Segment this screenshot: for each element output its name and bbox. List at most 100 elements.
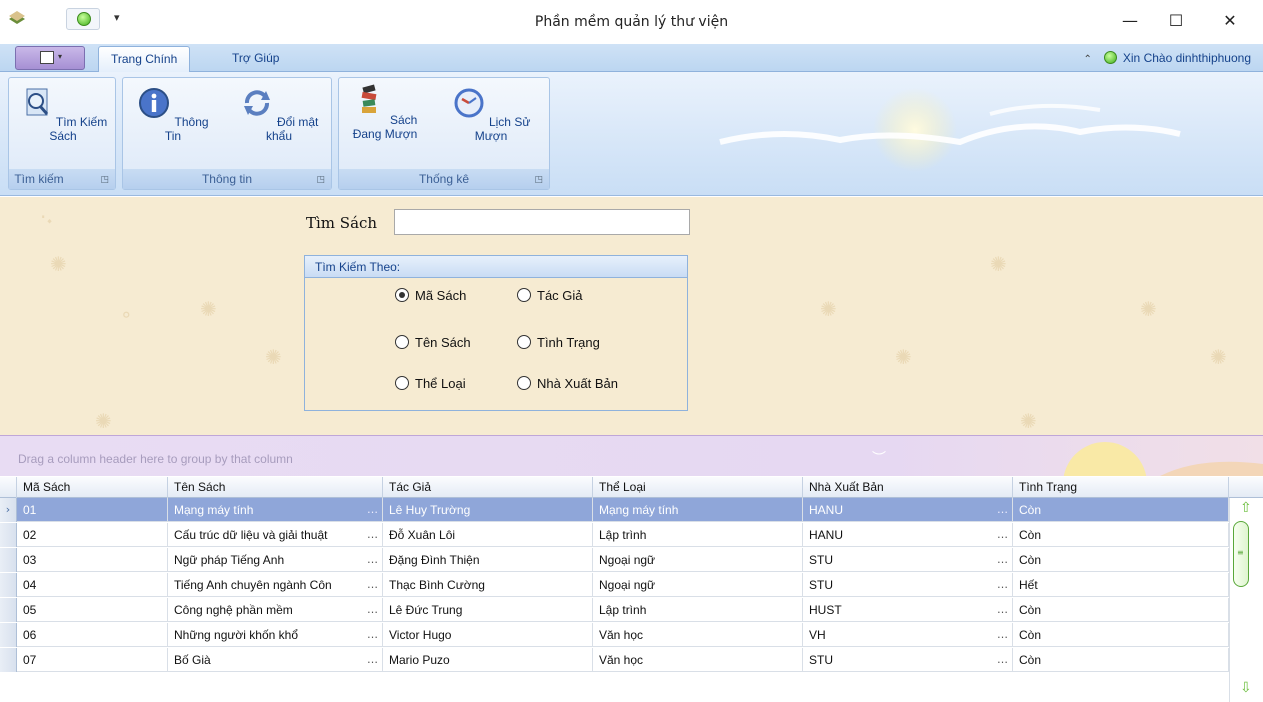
table-cell[interactable]: VH [803,623,1013,647]
table-cell[interactable]: Ngữ pháp Tiếng Anh [168,548,383,572]
table-cell[interactable]: 05 [17,598,168,622]
table-cell[interactable]: 03 [17,548,168,572]
sach-dang-muon-button[interactable]: Sách Đang Mượn [343,84,427,141]
table-cell[interactable]: Bố Già [168,648,383,672]
scroll-thumb[interactable]: ≡ [1233,521,1249,587]
table-cell[interactable]: Lập trình [593,598,803,622]
column-header-nha-xuat-ban[interactable]: Nhà Xuất Bản [803,477,1013,498]
radio-ma-sach[interactable]: Mã Sách [395,288,466,303]
table-cell[interactable]: Đỗ Xuân Lôi [383,523,593,547]
doi-mat-khau-button[interactable]: Đổi mật khẩu [231,86,327,143]
dialog-launcher-icon[interactable]: ◳ [534,175,543,185]
vertical-scrollbar[interactable]: ⇧ ≡ ⇩ [1229,498,1263,702]
row-indicator-icon[interactable]: › [0,498,17,522]
table-cell[interactable]: Văn học [593,648,803,672]
group-by-panel[interactable]: ︶ Drag a column header here to group by … [0,436,1263,476]
table-cell[interactable]: STU [803,573,1013,597]
table-cell[interactable]: STU [803,548,1013,572]
cell-editor-ellipsis-icon[interactable]: … [367,573,378,597]
dialog-launcher-icon[interactable]: ◳ [316,175,325,185]
cell-editor-ellipsis-icon[interactable]: … [997,623,1008,647]
table-cell[interactable]: Văn học [593,623,803,647]
table-cell[interactable]: Còn [1013,648,1229,672]
row-selector[interactable] [0,548,17,572]
cell-editor-ellipsis-icon[interactable]: … [367,623,378,647]
column-header-ten-sach[interactable]: Tên Sách [168,477,383,498]
row-selector[interactable] [0,523,17,547]
table-cell[interactable]: Thạc Bình Cường [383,573,593,597]
thong-tin-button[interactable]: Thông Tin [133,86,213,143]
radio-the-loai[interactable]: Thể Loại [395,376,466,391]
search-input[interactable] [394,209,690,235]
row-selector[interactable] [0,573,17,597]
table-row[interactable]: 05 Công nghệ phần mềm… Lê Đức Trung Lập trì… [0,598,1229,622]
cell-editor-ellipsis-icon[interactable]: … [997,648,1008,672]
table-cell[interactable]: Lê Huy Trường [383,498,593,522]
cell-editor-ellipsis-icon[interactable]: … [367,498,378,522]
table-cell[interactable]: Còn [1013,598,1229,622]
table-cell[interactable]: Ngoại ngữ [593,573,803,597]
collapse-ribbon-icon[interactable]: ⌃ [1084,54,1092,65]
tim-kiem-sach-button[interactable]: Tìm Kiếm Sách [13,86,113,143]
scroll-up-icon[interactable]: ⇧ [1240,500,1252,516]
table-cell[interactable]: Đặng Đình Thiện [383,548,593,572]
column-header-tac-gia[interactable]: Tác Giả [383,477,593,498]
table-cell[interactable]: 04 [17,573,168,597]
table-row[interactable]: 02 Cấu trúc dữ liệu và giải thuật… Đỗ Xuân… [0,523,1229,547]
cell-editor-ellipsis-icon[interactable]: … [997,548,1008,572]
lich-su-muon-button[interactable]: Lịch Sử Mượn [441,86,541,143]
minimize-button[interactable]: — [1107,6,1153,36]
cell-editor-ellipsis-icon[interactable]: … [367,548,378,572]
table-cell[interactable]: Mario Puzo [383,648,593,672]
cell-editor-ellipsis-icon[interactable]: … [997,498,1008,522]
column-header-the-loai[interactable]: Thể Loại [593,477,803,498]
table-cell[interactable]: HANU [803,498,1013,522]
maximize-button[interactable]: ☐ [1153,6,1199,36]
cell-editor-ellipsis-icon[interactable]: … [997,598,1008,622]
table-cell[interactable]: HANU [803,523,1013,547]
row-selector[interactable] [0,598,17,622]
cell-editor-ellipsis-icon[interactable]: … [997,573,1008,597]
table-cell[interactable]: Cấu trúc dữ liệu và giải thuật [168,523,383,547]
table-cell[interactable]: 06 [17,623,168,647]
cell-editor-ellipsis-icon[interactable]: … [997,523,1008,547]
table-cell[interactable]: HUST [803,598,1013,622]
radio-tac-gia[interactable]: Tác Giả [517,288,583,303]
scroll-down-icon[interactable]: ⇩ [1240,680,1252,696]
table-cell[interactable]: Lê Đức Trung [383,598,593,622]
table-cell[interactable]: Lập trình [593,523,803,547]
table-cell[interactable]: Mạng máy tính [593,498,803,522]
table-cell[interactable]: Còn [1013,623,1229,647]
table-row[interactable]: 04 Tiếng Anh chuyên ngành Côn… Thạc Bình C… [0,573,1229,597]
table-cell[interactable]: Những người khốn khổ [168,623,383,647]
table-cell[interactable]: Còn [1013,548,1229,572]
column-header-ma-sach[interactable]: Mã Sách [17,477,168,498]
radio-ten-sach[interactable]: Tên Sách [395,335,471,350]
tab-tro-giup[interactable]: Trợ Giúp [220,46,291,73]
cell-editor-ellipsis-icon[interactable]: … [367,648,378,672]
table-row[interactable]: 07 Bố Già… Mario Puzo Văn học STU… Còn [0,648,1229,672]
table-cell[interactable]: STU [803,648,1013,672]
table-row[interactable]: › 01 Mạng máy tính… Lê Huy Trường Mạng máy t… [0,498,1229,522]
table-cell[interactable]: Tiếng Anh chuyên ngành Côn [168,573,383,597]
cell-editor-ellipsis-icon[interactable]: … [367,523,378,547]
table-cell[interactable]: Còn [1013,498,1229,522]
table-cell[interactable]: Công nghệ phần mềm [168,598,383,622]
radio-tinh-trang[interactable]: Tình Trạng [517,335,600,350]
table-cell[interactable]: Còn [1013,523,1229,547]
table-cell[interactable]: 07 [17,648,168,672]
table-cell[interactable]: 02 [17,523,168,547]
tab-trang-chinh[interactable]: Trang Chính [98,46,191,73]
table-row[interactable]: 03 Ngữ pháp Tiếng Anh… Đặng Đình Thiện Ngoạ… [0,548,1229,572]
cell-editor-ellipsis-icon[interactable]: … [367,598,378,622]
table-cell[interactable]: 01 [17,498,168,522]
application-menu-button[interactable]: ▾ [15,46,85,70]
table-cell[interactable]: Victor Hugo [383,623,593,647]
table-row[interactable]: 06 Những người khốn khổ… Victor Hugo Văn họ… [0,623,1229,647]
row-selector[interactable] [0,648,17,672]
close-button[interactable]: ✕ [1207,6,1253,36]
radio-nha-xuat-ban[interactable]: Nhà Xuất Bản [517,376,618,391]
dialog-launcher-icon[interactable]: ◳ [100,175,109,185]
table-cell[interactable]: Mạng máy tính [168,498,383,522]
column-header-tinh-trang[interactable]: Tình Trạng [1013,477,1229,498]
